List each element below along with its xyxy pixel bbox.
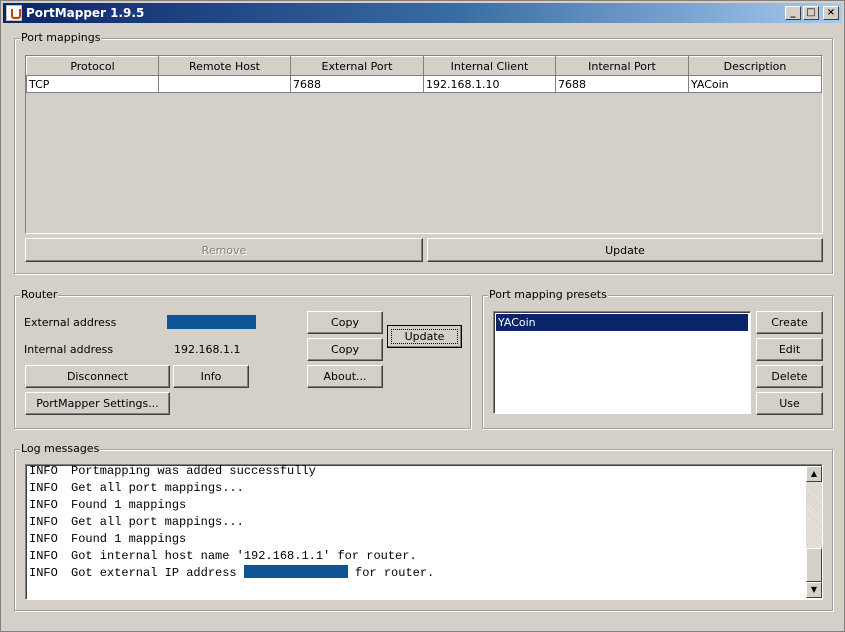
delete-preset-button[interactable]: Delete bbox=[756, 365, 823, 388]
table-header-row: Protocol Remote Host External Port Inter… bbox=[26, 56, 822, 76]
title-bar[interactable]: PortMapper 1.9.5 _ □ × bbox=[3, 3, 842, 23]
presets-list[interactable]: YACoin bbox=[493, 311, 751, 414]
disconnect-button[interactable]: Disconnect bbox=[25, 365, 170, 388]
column-header-description[interactable]: Description bbox=[688, 56, 822, 76]
preset-item-yacoin[interactable]: YACoin bbox=[496, 314, 748, 331]
router-label: Router bbox=[20, 288, 59, 301]
column-header-remote-host[interactable]: Remote Host bbox=[158, 56, 291, 76]
scroll-thumb[interactable] bbox=[806, 548, 822, 582]
cell-remote-host[interactable] bbox=[158, 75, 291, 93]
cell-internal-client[interactable]: 192.168.1.10 bbox=[423, 75, 556, 93]
log-line: INFO Found 1 mappings bbox=[29, 532, 187, 546]
edit-preset-button[interactable]: Edit bbox=[756, 338, 823, 361]
copy-external-address-button[interactable]: Copy bbox=[307, 311, 383, 334]
window-title: PortMapper 1.9.5 bbox=[26, 6, 145, 20]
about-button[interactable]: About... bbox=[307, 365, 383, 388]
log-scrollbar[interactable]: ▲ ▼ bbox=[806, 466, 822, 598]
column-header-external-port[interactable]: External Port bbox=[290, 56, 424, 76]
portmapper-settings-button[interactable]: PortMapper Settings... bbox=[25, 392, 170, 415]
column-header-protocol[interactable]: Protocol bbox=[26, 56, 159, 76]
column-header-internal-client[interactable]: Internal Client bbox=[423, 56, 556, 76]
remove-button[interactable]: Remove bbox=[25, 238, 423, 262]
internal-address-label: Internal address bbox=[24, 343, 114, 356]
port-mappings-table: Protocol Remote Host External Port Inter… bbox=[26, 56, 822, 93]
external-address-label: External address bbox=[24, 316, 117, 329]
column-header-internal-port[interactable]: Internal Port bbox=[555, 56, 689, 76]
scroll-up-arrow-icon[interactable]: ▲ bbox=[806, 466, 822, 482]
log-line: INFO Found 1 mappings bbox=[29, 498, 187, 512]
port-mappings-label: Port mappings bbox=[20, 31, 102, 44]
table-row[interactable]: TCP 7688 192.168.1.10 7688 YACoin bbox=[26, 75, 822, 93]
external-ip-redacted bbox=[243, 565, 348, 578]
create-preset-button[interactable]: Create bbox=[756, 311, 823, 334]
log-line: INFO Get all port mappings... bbox=[29, 481, 244, 495]
external-address-value-redacted bbox=[167, 315, 256, 329]
log-messages-label: Log messages bbox=[20, 442, 101, 455]
log-line: INFO Got external IP address for router. bbox=[29, 565, 435, 580]
update-router-button[interactable]: Update bbox=[387, 325, 462, 348]
presets-label: Port mapping presets bbox=[488, 288, 608, 301]
log-line: INFO Got internal host name '192.168.1.1'… bbox=[29, 549, 417, 563]
maximize-button[interactable]: □ bbox=[803, 6, 819, 20]
use-preset-button[interactable]: Use bbox=[756, 392, 823, 415]
close-button[interactable]: × bbox=[823, 6, 839, 20]
scroll-down-arrow-icon[interactable]: ▼ bbox=[806, 582, 822, 598]
cell-external-port[interactable]: 7688 bbox=[290, 75, 424, 93]
port-mappings-table-frame: Protocol Remote Host External Port Inter… bbox=[25, 55, 823, 234]
portmapper-window: PortMapper 1.9.5 _ □ × Port mappings Pro… bbox=[0, 0, 845, 632]
update-mappings-button[interactable]: Update bbox=[427, 238, 823, 262]
log-text-area[interactable]: INFO Portmapping was added successfully I… bbox=[25, 464, 823, 600]
log-line: INFO Get all port mappings... bbox=[29, 515, 244, 529]
cell-description[interactable]: YACoin bbox=[688, 75, 822, 93]
log-line: INFO Portmapping was added successfully bbox=[29, 464, 316, 478]
java-app-icon bbox=[6, 5, 22, 21]
cell-internal-port[interactable]: 7688 bbox=[555, 75, 689, 93]
minimize-button[interactable]: _ bbox=[785, 6, 801, 20]
copy-internal-address-button[interactable]: Copy bbox=[307, 338, 383, 361]
info-button[interactable]: Info bbox=[173, 365, 249, 388]
internal-address-value: 192.168.1.1 bbox=[174, 343, 241, 356]
cell-protocol[interactable]: TCP bbox=[26, 75, 159, 93]
